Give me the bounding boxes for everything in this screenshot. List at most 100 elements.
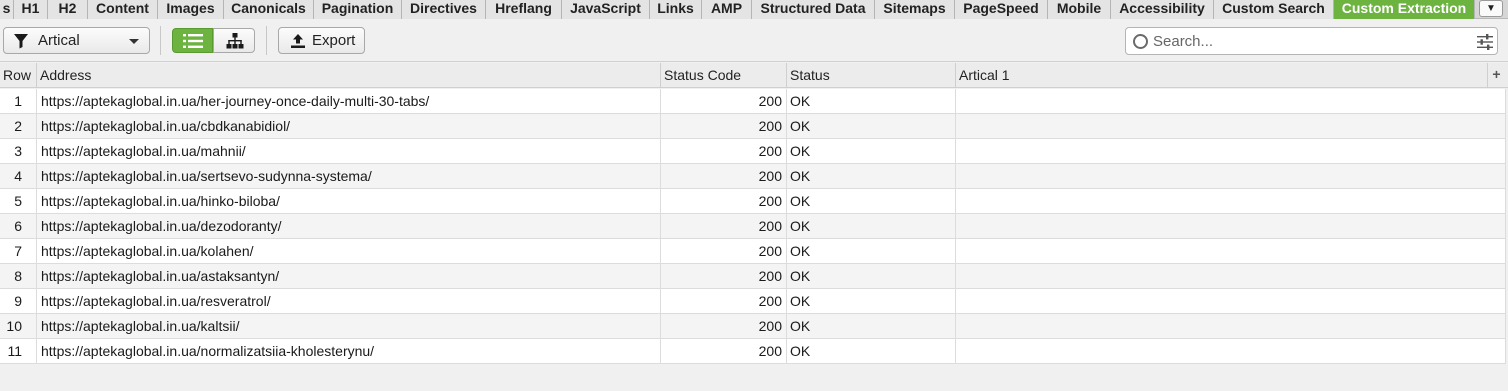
tab-custom-extraction[interactable]: Custom Extraction: [1334, 0, 1475, 19]
cell-address: https://aptekaglobal.in.ua/astaksantyn/: [37, 264, 661, 288]
cell-row: 9: [0, 289, 37, 313]
table-row[interactable]: 9 https://aptekaglobal.in.ua/resveratrol/…: [0, 289, 1506, 314]
search-input[interactable]: [1153, 31, 1473, 51]
cell-row: 11: [0, 339, 37, 363]
cell-status: OK: [787, 89, 956, 113]
tab-mobile[interactable]: Mobile: [1048, 0, 1111, 19]
table-row[interactable]: 11 https://aptekaglobal.in.ua/normalizats…: [0, 339, 1506, 364]
cell-artical-1: [956, 314, 1506, 338]
tab-s[interactable]: s: [0, 0, 14, 19]
cell-status-code: 200: [661, 164, 787, 188]
search-icon: [1133, 34, 1148, 49]
tab-javascript[interactable]: JavaScript: [562, 0, 650, 19]
tab-pagespeed[interactable]: PageSpeed: [955, 0, 1048, 19]
tabs-menu-button[interactable]: ▼: [1479, 0, 1503, 17]
column-header-artical-1[interactable]: Artical 1: [956, 63, 1488, 88]
cell-row: 5: [0, 189, 37, 213]
cell-address: https://aptekaglobal.in.ua/her-journey-o…: [37, 89, 661, 113]
table-row[interactable]: 6 https://aptekaglobal.in.ua/dezodoranty/…: [0, 214, 1506, 239]
table-row[interactable]: 3 https://aptekaglobal.in.ua/mahnii/200 OK: [0, 139, 1506, 164]
tab-hreflang[interactable]: Hreflang: [486, 0, 562, 19]
cell-artical-1: [956, 339, 1506, 363]
cell-status-code: 200: [661, 214, 787, 238]
cell-status-code: 200: [661, 239, 787, 263]
cell-row: 3: [0, 139, 37, 163]
tab-sitemaps[interactable]: Sitemaps: [875, 0, 955, 19]
table-row[interactable]: 2 https://aptekaglobal.in.ua/cbdkanabidio…: [0, 114, 1506, 139]
cell-address: https://aptekaglobal.in.ua/sertsevo-sudy…: [37, 164, 661, 188]
column-header-status-code[interactable]: Status Code: [661, 63, 787, 88]
cell-address: https://aptekaglobal.in.ua/hinko-biloba/: [37, 189, 661, 213]
add-column-button[interactable]: +: [1488, 63, 1505, 88]
tab-accessibility[interactable]: Accessibility: [1111, 0, 1214, 19]
table-row[interactable]: 10 https://aptekaglobal.in.ua/kaltsii/200…: [0, 314, 1506, 339]
upload-icon: [291, 34, 305, 48]
cell-artical-1: [956, 239, 1506, 263]
cell-row: 6: [0, 214, 37, 238]
cell-status-code: 200: [661, 189, 787, 213]
tab-images[interactable]: Images: [158, 0, 224, 19]
tab-custom-search[interactable]: Custom Search: [1214, 0, 1334, 19]
column-header-address[interactable]: Address: [37, 63, 661, 88]
cell-status-code: 200: [661, 289, 787, 313]
list-view-button[interactable]: [172, 28, 213, 53]
tree-view-icon: [226, 33, 244, 49]
cell-status: OK: [787, 314, 956, 338]
table-row[interactable]: 4 https://aptekaglobal.in.ua/sertsevo-sud…: [0, 164, 1506, 189]
column-header-status[interactable]: Status: [787, 63, 956, 88]
tab-structured-data[interactable]: Structured Data: [752, 0, 875, 19]
tab-pagination[interactable]: Pagination: [314, 0, 402, 19]
tab-directives[interactable]: Directives: [402, 0, 486, 19]
toolbar-divider: [160, 26, 161, 55]
cell-artical-1: [956, 214, 1506, 238]
cell-row: 2: [0, 114, 37, 138]
cell-status: OK: [787, 164, 956, 188]
tab-content[interactable]: Content: [88, 0, 158, 19]
export-button[interactable]: Export: [278, 27, 365, 54]
cell-address: https://aptekaglobal.in.ua/normalizatsii…: [37, 339, 661, 363]
tab-links[interactable]: Links: [650, 0, 702, 19]
cell-row: 8: [0, 264, 37, 288]
cell-artical-1: [956, 114, 1506, 138]
toolbar-divider: [266, 26, 267, 55]
tree-view-button[interactable]: [213, 28, 255, 53]
table-row[interactable]: 7 https://aptekaglobal.in.ua/kolahen/200 O…: [0, 239, 1506, 264]
cell-artical-1: [956, 189, 1506, 213]
sliders-icon[interactable]: [1477, 34, 1493, 50]
chevron-down-icon: ▼: [1486, 3, 1496, 14]
cell-address: https://aptekaglobal.in.ua/resveratrol/: [37, 289, 661, 313]
cell-address: https://aptekaglobal.in.ua/kaltsii/: [37, 314, 661, 338]
cell-row: 7: [0, 239, 37, 263]
tab-canonicals[interactable]: Canonicals: [224, 0, 314, 19]
cell-address: https://aptekaglobal.in.ua/dezodoranty/: [37, 214, 661, 238]
cell-status-code: 200: [661, 339, 787, 363]
cell-status: OK: [787, 139, 956, 163]
table-row[interactable]: 8 https://aptekaglobal.in.ua/astaksantyn/…: [0, 264, 1506, 289]
table-row[interactable]: 1 https://aptekaglobal.in.ua/her-journey-…: [0, 89, 1506, 114]
filter-dropdown[interactable]: Artical: [3, 27, 150, 54]
tab-h2[interactable]: H2: [48, 0, 88, 19]
table-row[interactable]: 5 https://aptekaglobal.in.ua/hinko-biloba…: [0, 189, 1506, 214]
cell-status: OK: [787, 189, 956, 213]
plus-icon: +: [1492, 66, 1501, 82]
cell-status: OK: [787, 239, 956, 263]
cell-status: OK: [787, 114, 956, 138]
cell-status-code: 200: [661, 264, 787, 288]
cell-address: https://aptekaglobal.in.ua/cbdkanabidiol…: [37, 114, 661, 138]
list-view-icon: [183, 34, 203, 48]
filter-icon: [14, 34, 28, 49]
tab-amp[interactable]: AMP: [702, 0, 752, 19]
filter-selected-value: Artical: [38, 32, 80, 49]
cell-status-code: 200: [661, 114, 787, 138]
cell-artical-1: [956, 139, 1506, 163]
cell-row: 1: [0, 89, 37, 113]
tab-h1[interactable]: H1: [14, 0, 48, 19]
cell-address: https://aptekaglobal.in.ua/mahnii/: [37, 139, 661, 163]
column-header-row[interactable]: Row: [0, 63, 37, 88]
toolbar: Artical Export Search...: [0, 19, 1508, 62]
caret-down-icon: [129, 39, 139, 44]
cell-status: OK: [787, 339, 956, 363]
table-header: Row Address Status Code Status Artical 1…: [0, 63, 1508, 88]
cell-status: OK: [787, 289, 956, 313]
cell-row: 10: [0, 314, 37, 338]
